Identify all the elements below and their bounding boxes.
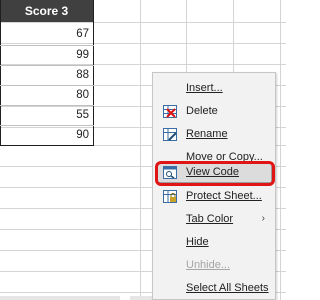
menu-item-unhide: Unhide... bbox=[153, 255, 275, 277]
score-cell[interactable]: 88 bbox=[0, 65, 89, 85]
table-border bbox=[93, 0, 94, 145]
menu-item-delete[interactable]: Delete bbox=[153, 101, 275, 123]
protect-sheet-icon bbox=[163, 190, 177, 203]
grid-line bbox=[0, 22, 286, 23]
highlight-annotation-ring bbox=[155, 161, 275, 186]
menu-item-rename[interactable]: Rename bbox=[153, 124, 275, 146]
menu-item-protect-sheet[interactable]: Protect Sheet... bbox=[153, 186, 275, 208]
menu-item-label: Unhide... bbox=[186, 259, 231, 271]
menu-item-hide[interactable]: Hide bbox=[153, 232, 275, 254]
menu-item-select-all-sheets[interactable]: Select All Sheets bbox=[153, 278, 275, 300]
chevron-right-icon: › bbox=[261, 213, 265, 224]
menu-item-tab-color[interactable]: Tab Color › bbox=[153, 209, 275, 231]
column-header-score-3[interactable]: Score 3 bbox=[0, 0, 93, 22]
score-cell[interactable]: 80 bbox=[0, 85, 89, 105]
sheet-tab-context-menu: Insert... Delete Rename Move or Copy... … bbox=[152, 72, 276, 300]
grid-line bbox=[280, 0, 281, 300]
sheet-tab-bar bbox=[130, 296, 152, 300]
menu-item-insert[interactable]: Insert... bbox=[153, 78, 275, 100]
menu-item-label: Protect Sheet... bbox=[186, 190, 262, 202]
rename-sheet-icon bbox=[163, 128, 177, 141]
score-cell[interactable]: 99 bbox=[0, 45, 89, 65]
table-border bbox=[0, 145, 94, 146]
sheet-tab-bar bbox=[0, 296, 120, 300]
delete-sheet-icon bbox=[163, 105, 177, 118]
menu-item-label: Delete bbox=[186, 105, 218, 117]
score-cell[interactable]: 90 bbox=[0, 125, 89, 145]
menu-item-label: Hide bbox=[186, 236, 209, 248]
menu-item-label: Select All Sheets bbox=[186, 282, 269, 294]
score-cell[interactable]: 67 bbox=[0, 24, 89, 44]
menu-item-label: Rename bbox=[186, 128, 228, 140]
score-cell[interactable]: 55 bbox=[0, 105, 89, 125]
grid-line bbox=[140, 0, 141, 300]
menu-item-label: Insert... bbox=[186, 82, 223, 94]
menu-item-label: Tab Color bbox=[186, 213, 234, 225]
